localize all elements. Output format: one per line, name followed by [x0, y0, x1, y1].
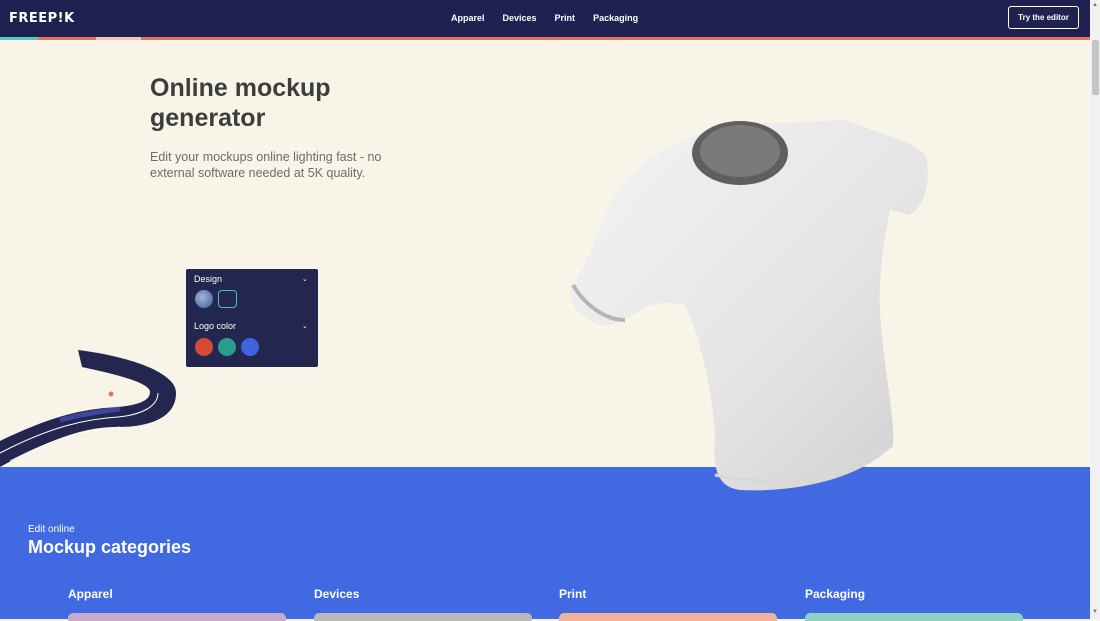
- try-editor-button[interactable]: Try the editor: [1008, 6, 1079, 29]
- nav-links: Apparel Devices Print Packaging: [451, 13, 638, 23]
- nav-link-print[interactable]: Print: [555, 13, 576, 23]
- categories-heading: Mockup categories: [28, 537, 192, 557]
- category-card-print[interactable]: [559, 613, 777, 621]
- scrollbar-thumb[interactable]: [1092, 40, 1099, 95]
- color-swatch-red[interactable]: [195, 338, 213, 356]
- top-navbar: FREEP!K Apparel Devices Print Packaging …: [0, 0, 1090, 37]
- color-swatch-blue[interactable]: [241, 338, 259, 356]
- scroll-up-arrow-icon[interactable]: ▲: [1092, 2, 1098, 8]
- hero-title: Online mockup generator: [150, 74, 331, 132]
- nav-link-apparel[interactable]: Apparel: [451, 13, 485, 23]
- design-thumbnail-globe[interactable]: [195, 290, 213, 308]
- chevron-down-icon[interactable]: ⌄: [302, 322, 308, 330]
- freepik-logo[interactable]: FREEP!K: [9, 11, 75, 26]
- design-label: Design: [194, 274, 223, 284]
- ribbon-decoration: [0, 350, 176, 467]
- accent-stripe: [0, 37, 1090, 40]
- category-card-apparel[interactable]: [68, 613, 286, 621]
- chevron-down-icon[interactable]: ⌄: [302, 275, 308, 283]
- edit-online-eyebrow: Edit online: [28, 524, 75, 535]
- scroll-down-arrow-icon[interactable]: ▼: [1092, 609, 1098, 615]
- category-card-devices[interactable]: [314, 613, 532, 621]
- tshirt-mockup-image: [570, 120, 928, 491]
- category-card-packaging[interactable]: [805, 613, 1023, 621]
- hero-subtitle: Edit your mockups online lighting fast -…: [150, 150, 382, 180]
- logo-color-label: Logo color: [194, 321, 237, 331]
- category-label-print[interactable]: Print: [559, 587, 586, 601]
- color-swatch-teal[interactable]: [218, 338, 236, 356]
- category-label-packaging[interactable]: Packaging: [805, 587, 865, 601]
- category-label-apparel[interactable]: Apparel: [68, 587, 113, 601]
- nav-link-devices[interactable]: Devices: [503, 13, 537, 23]
- design-thumbnail-logo[interactable]: [218, 290, 237, 308]
- nav-link-packaging[interactable]: Packaging: [593, 13, 638, 23]
- category-label-devices[interactable]: Devices: [314, 587, 359, 601]
- accent-stripe-segment: [96, 37, 141, 40]
- customizer-panel: Design ⌄ Logo color ⌄: [186, 269, 318, 367]
- accent-stripe-segment: [0, 37, 38, 40]
